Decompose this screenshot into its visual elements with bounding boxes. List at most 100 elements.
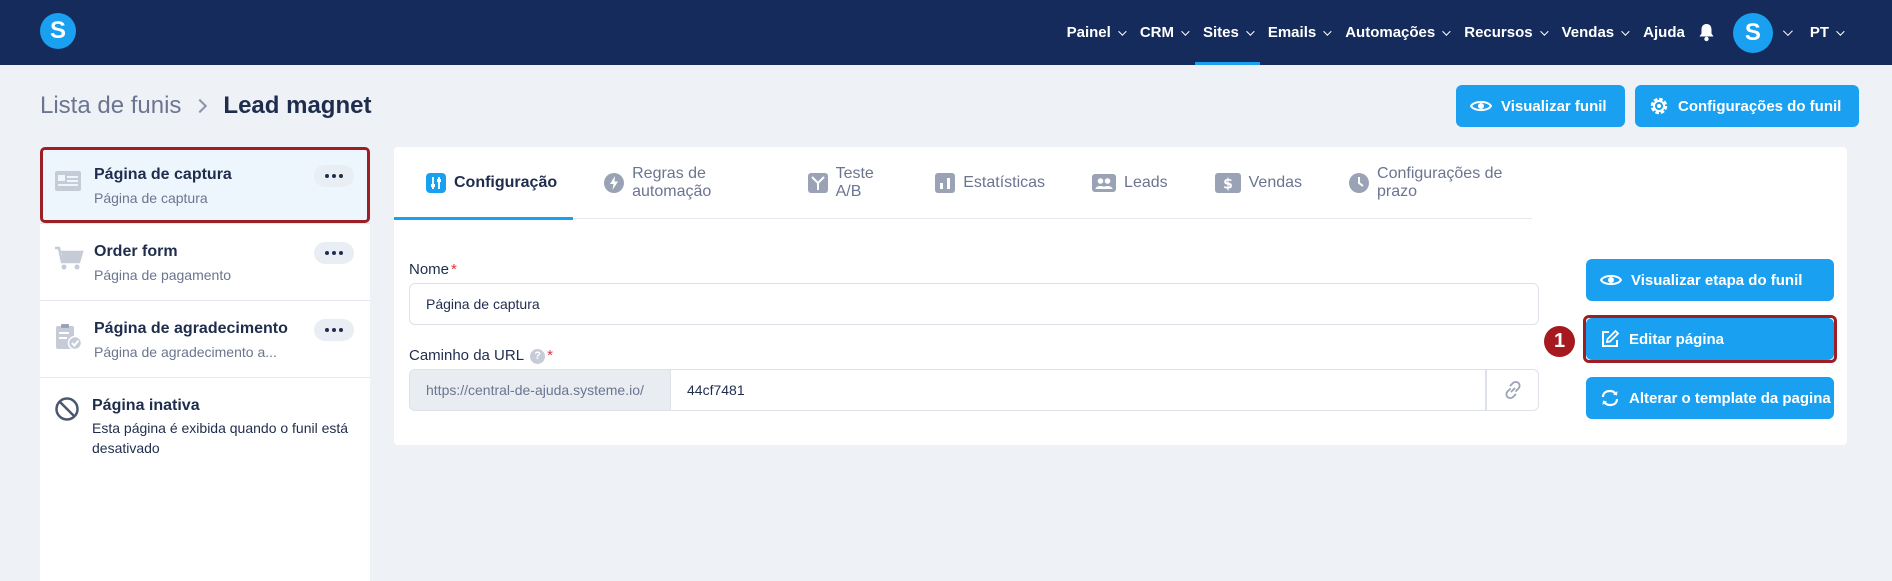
help-icon[interactable]: ? — [530, 348, 546, 364]
clock-icon — [1349, 173, 1370, 193]
name-label: Nome * — [409, 261, 457, 278]
step-title: Página inativa — [92, 397, 200, 414]
tab-leads[interactable]: Leads — [1061, 147, 1184, 219]
nav-recursos[interactable]: Recursos — [1456, 0, 1553, 65]
funnel-steps-sidebar: Página de captura Página de captura Orde… — [40, 147, 370, 581]
funnel-step-thank-you[interactable]: Página de agradecimento Página de agrade… — [40, 301, 370, 378]
nav-label: Painel — [1066, 24, 1111, 41]
step-subtitle: Página de agradecimento a... — [94, 344, 277, 360]
step-settings-panel: Configuração Regras de automação Teste A… — [394, 147, 1847, 445]
nav-label: Recursos — [1464, 24, 1533, 41]
chevron-down-icon — [1442, 26, 1451, 36]
button-label: Alterar o template da pagina — [1629, 389, 1831, 407]
nav-label: Ajuda — [1643, 24, 1685, 41]
chevron-down-icon — [1117, 26, 1127, 36]
tab-label: Configuração — [454, 174, 558, 191]
step-title: Página de captura — [94, 166, 232, 183]
url-label: Caminho da URL? * — [409, 347, 553, 364]
funnel-step-capture[interactable]: Página de captura Página de captura — [40, 147, 370, 224]
button-label: Editar página — [1629, 330, 1725, 348]
change-template-button[interactable]: Alterar o template da pagina — [1586, 377, 1834, 419]
required-mark: * — [451, 261, 457, 278]
step-title: Order form — [94, 243, 178, 260]
chevron-down-icon — [1181, 26, 1190, 36]
step-subtitle: Página de captura — [94, 190, 208, 206]
field-value: Página de captura — [426, 296, 540, 312]
nav-emails[interactable]: Emails — [1260, 0, 1337, 65]
top-navigation: S Painel CRM Sites Emails Automações Rec… — [0, 0, 1892, 65]
step-options-button[interactable] — [314, 319, 354, 341]
chevron-down-icon — [1836, 26, 1845, 36]
button-label: Visualizar etapa do funil — [1631, 271, 1803, 289]
step-subtitle: Página de pagamento — [94, 267, 231, 283]
prohibited-icon — [54, 396, 80, 427]
label-text: Caminho da URL — [409, 347, 525, 364]
funnel-step-inactive[interactable]: Página inativa Esta página é exibida qua… — [40, 378, 370, 478]
cart-icon — [54, 246, 84, 277]
eye-icon — [1600, 274, 1622, 286]
step-options-button[interactable] — [314, 242, 354, 264]
bar-chart-icon — [935, 173, 956, 193]
button-label: Configurações do funil — [1678, 97, 1842, 115]
name-field[interactable]: Página de captura — [409, 283, 1539, 325]
step-tabs: Configuração Regras de automação Teste A… — [394, 147, 1532, 220]
tab-label: Regras de automação — [632, 165, 712, 200]
tab-configuracoes-prazo[interactable]: Configurações de prazo — [1318, 147, 1532, 219]
chevron-down-icon — [1621, 26, 1630, 36]
url-path-field[interactable]: 44cf7481 — [671, 369, 1486, 411]
systeme-logo[interactable]: S — [40, 13, 76, 49]
chevron-down-icon — [1539, 26, 1549, 36]
language-label: PT — [1809, 24, 1829, 41]
split-icon — [807, 173, 828, 193]
avatar[interactable]: S — [1732, 12, 1773, 53]
nav-crm[interactable]: CRM — [1132, 0, 1195, 65]
tab-label: Vendas — [1248, 174, 1303, 191]
funnel-step-order-form[interactable]: Order form Página de pagamento — [40, 224, 370, 301]
nav-painel[interactable]: Painel — [1059, 0, 1132, 65]
gear-icon — [1650, 97, 1668, 115]
svg-text:$: $ — [1223, 177, 1233, 193]
main-menu: Painel CRM Sites Emails Automações Recur… — [1059, 0, 1850, 65]
tab-label: Configurações de prazo — [1377, 165, 1503, 200]
tab-label: Estatísticas — [963, 174, 1046, 191]
chevron-right-icon — [193, 98, 208, 114]
eye-icon — [1470, 100, 1492, 112]
tab-configuracao[interactable]: Configuração — [394, 147, 574, 220]
url-prefix: https://central-de-ajuda.systeme.io/ — [409, 369, 671, 411]
tab-teste-ab[interactable]: Teste A/B — [777, 147, 905, 219]
edit-page-button[interactable]: Editar página — [1586, 318, 1834, 360]
bell-icon[interactable] — [1693, 0, 1721, 65]
tab-vendas[interactable]: $ Vendas — [1184, 147, 1318, 219]
breadcrumb: Lista de funis Lead magnet — [40, 92, 371, 120]
page-title: Lead magnet — [223, 92, 372, 119]
nav-automacoes[interactable]: Automações — [1337, 0, 1456, 65]
link-icon[interactable] — [1486, 369, 1539, 411]
preview-funnel-button[interactable]: Visualizar funil — [1456, 85, 1625, 127]
squeeze-page-icon — [54, 169, 82, 198]
field-value: 44cf7481 — [687, 382, 745, 398]
nav-sites[interactable]: Sites — [1194, 0, 1260, 65]
nav-vendas[interactable]: Vendas — [1554, 0, 1636, 65]
users-icon — [1092, 174, 1117, 192]
language-selector[interactable]: PT — [1802, 0, 1850, 65]
step-title: Página de agradecimento — [94, 320, 288, 337]
preview-step-button[interactable]: Visualizar etapa do funil — [1586, 259, 1834, 301]
nav-ajuda[interactable]: Ajuda — [1635, 0, 1693, 65]
tab-label: Leads — [1124, 174, 1168, 191]
button-label: Visualizar funil — [1501, 97, 1607, 115]
sliders-icon — [426, 173, 446, 193]
breadcrumb-funnel-list[interactable]: Lista de funis — [40, 92, 181, 120]
required-mark: * — [547, 347, 553, 364]
nav-label: Emails — [1267, 24, 1317, 41]
clipboard-check-icon — [54, 323, 84, 356]
label-text: Nome — [409, 261, 450, 278]
refresh-icon — [1601, 389, 1619, 407]
step-options-button[interactable] — [314, 165, 354, 187]
nav-label: Automações — [1345, 24, 1436, 41]
funnel-settings-button[interactable]: Configurações do funil — [1635, 85, 1860, 127]
nav-label: CRM — [1139, 24, 1174, 41]
chevron-down-icon[interactable] — [1782, 26, 1793, 37]
tab-estatisticas[interactable]: Estatísticas — [904, 147, 1061, 219]
chevron-down-icon — [1323, 26, 1332, 36]
tab-regras-automacao[interactable]: Regras de automação — [573, 147, 776, 219]
